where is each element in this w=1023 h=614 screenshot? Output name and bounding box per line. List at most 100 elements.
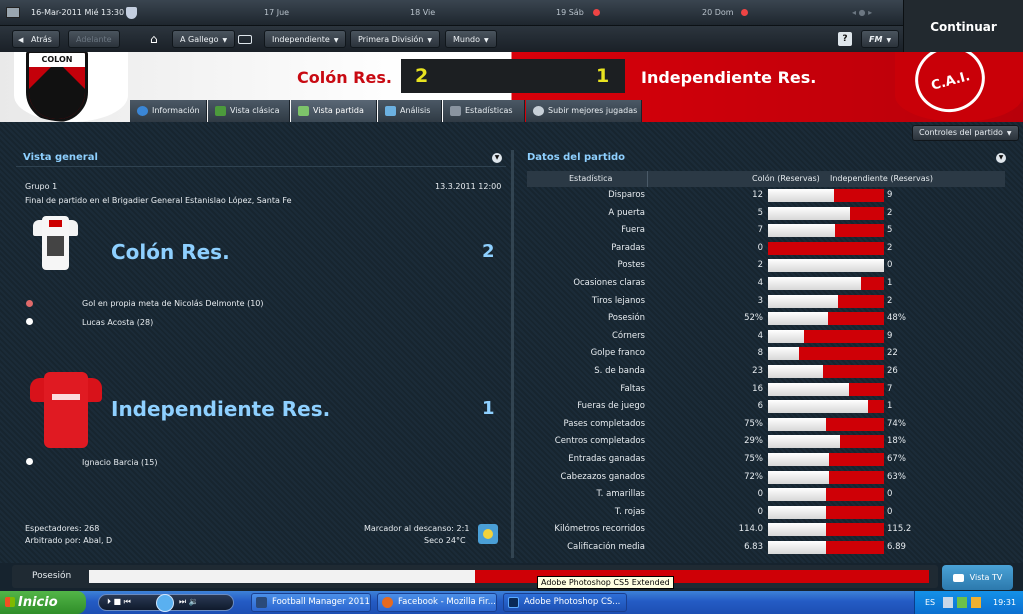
collapse-overview-icon[interactable]: ▼	[492, 153, 502, 163]
media-buttons-icon[interactable]: ⏵ ■ ⏮	[107, 597, 131, 607]
competition-menu-label: Primera División	[358, 35, 424, 44]
language-indicator[interactable]: ES	[925, 591, 935, 614]
media-player-controls[interactable]: ⏵ ■ ⏮ ⏭ 🔉	[98, 594, 234, 612]
task-photoshop[interactable]: Adobe Photoshop CS...	[503, 593, 627, 612]
stat-home-fill	[768, 523, 826, 537]
forward-button[interactable]: Adelante	[68, 30, 120, 48]
chevron-down-icon: ▼	[222, 37, 228, 44]
overview-away-team: Independiente Res.	[111, 397, 331, 421]
stat-home-value: 16	[752, 383, 763, 394]
stat-row: T. rojas 0 0	[527, 504, 1005, 521]
club-menu[interactable]: Independiente ▼	[264, 30, 347, 48]
tab-informacion[interactable]: Información	[130, 100, 207, 122]
chart-icon	[385, 106, 396, 116]
stat-home-value: 72%	[744, 471, 763, 482]
stat-comparison-bar	[768, 400, 884, 414]
tab-vista-clasica[interactable]: Vista clásica	[208, 100, 290, 122]
manager-menu[interactable]: A Gallego ▼	[172, 30, 236, 48]
inbox-icon[interactable]	[238, 35, 252, 44]
calendar-day-18[interactable]: 18 Vie	[410, 0, 435, 26]
world-menu[interactable]: Mundo ▼	[445, 30, 497, 48]
overview-away-score: 1	[482, 398, 495, 419]
media-volume-icon[interactable]: ⏭ 🔉	[179, 597, 199, 607]
stat-label: Postes	[617, 260, 645, 271]
calendar-day-20[interactable]: 20 Dom	[702, 0, 734, 26]
stat-home-fill	[768, 312, 829, 326]
away-event: Ignacio Barcia (15)	[82, 458, 158, 467]
stat-home-value: 8	[757, 348, 763, 359]
continue-button[interactable]: Continuar	[903, 0, 1023, 52]
stat-row: Postes 2 0	[527, 257, 1005, 274]
overview-divider	[16, 166, 506, 167]
stat-home-fill	[768, 417, 826, 431]
goal-ball-icon	[26, 318, 33, 325]
stat-comparison-bar	[768, 417, 884, 431]
stat-label: Fuera	[621, 225, 645, 236]
manager-menu-label: A Gallego	[180, 35, 219, 44]
venue-label: Final de partido en el Brigadier General…	[25, 196, 292, 205]
taskbar-tooltip: Adobe Photoshop CS5 Extended	[537, 576, 674, 589]
calendar-icon[interactable]	[6, 7, 20, 18]
tab-estadisticas[interactable]: Estadísticas	[443, 100, 525, 122]
stat-home-value: 6	[757, 401, 763, 412]
tray-icons[interactable]	[943, 597, 987, 608]
stat-home-fill	[768, 189, 835, 202]
stat-home-fill	[768, 329, 804, 343]
possession-track	[89, 570, 929, 583]
start-label: Inicio	[18, 595, 58, 610]
stat-away-value: 26	[887, 366, 898, 376]
task-firefox[interactable]: Facebook - Mozilla Fir...	[377, 593, 497, 612]
stat-comparison-bar	[768, 435, 884, 449]
home-icon[interactable]: ⌂	[150, 32, 158, 46]
goal-ball-icon	[26, 458, 33, 465]
stat-away-value: 74%	[887, 418, 906, 429]
stat-row: Ocasiones claras 4 1	[527, 275, 1005, 292]
match-controls-dropdown[interactable]: Controles del partido ▼	[912, 125, 1019, 141]
tab-vista-partida[interactable]: Vista partida	[291, 100, 377, 122]
photoshop-icon	[508, 597, 519, 608]
stat-row: Golpe franco 8 22	[527, 345, 1005, 362]
stat-label: Disparos	[608, 190, 645, 200]
stat-away-value: 18%	[887, 436, 906, 447]
stat-home-fill	[768, 382, 850, 396]
start-button[interactable]: Inicio	[0, 591, 86, 614]
stats-title: Datos del partido	[527, 152, 626, 163]
fm-menu[interactable]: FM ▼	[861, 30, 900, 48]
calendar-scroll-arrows[interactable]: ◂ ● ▸	[852, 8, 872, 17]
possession-bar: Posesión	[12, 565, 938, 588]
stat-home-fill	[768, 259, 884, 273]
vista-tv-button[interactable]: Vista TV	[942, 565, 1013, 590]
back-button[interactable]: ◀ Atrás	[12, 30, 60, 48]
tab-subir-jugadas[interactable]: Subir mejores jugadas	[526, 100, 642, 122]
own-goal-icon	[26, 300, 33, 307]
help-button[interactable]: ?	[838, 32, 852, 46]
task-label: Football Manager 2011	[272, 597, 370, 607]
task-label: Facebook - Mozilla Fir...	[398, 597, 496, 607]
current-date: 16-Mar-2011 Mié 13:30	[31, 8, 125, 17]
overview-home-team: Colón Res.	[111, 240, 230, 264]
collapse-stats-icon[interactable]: ▼	[996, 153, 1006, 163]
firefox-icon	[382, 597, 393, 608]
competition-menu[interactable]: Primera División ▼	[350, 30, 440, 48]
stat-comparison-bar	[768, 241, 884, 255]
tab-label: Vista partida	[313, 106, 364, 115]
stat-home-value: 7	[757, 225, 763, 236]
calendar-day-17[interactable]: 17 Jue	[264, 0, 289, 26]
chevron-down-icon: ▼	[1006, 130, 1012, 137]
stat-comparison-bar	[768, 329, 884, 343]
stat-label: Kilómetros recorridos	[554, 524, 645, 535]
task-football-manager[interactable]: Football Manager 2011	[251, 593, 371, 612]
stat-home-value: 75%	[744, 418, 763, 429]
panel-scrollbar[interactable]	[511, 150, 514, 558]
stat-row: S. de banda 23 26	[527, 363, 1005, 380]
calendar-day-19[interactable]: 19 Sáb	[556, 0, 584, 26]
weather: Seco 24°C	[424, 536, 466, 545]
away-team-title: Independiente Res.	[641, 68, 817, 87]
media-play-icon[interactable]	[156, 594, 174, 612]
independiente-crest: C.A.I.	[895, 52, 1023, 122]
stat-home-value: 4	[757, 278, 763, 288]
stat-label: Córners	[611, 330, 645, 341]
vista-tv-label: Vista TV	[969, 573, 1003, 582]
stat-label: Tiros lejanos	[591, 295, 645, 306]
tab-analisis[interactable]: Análisis	[378, 100, 442, 122]
